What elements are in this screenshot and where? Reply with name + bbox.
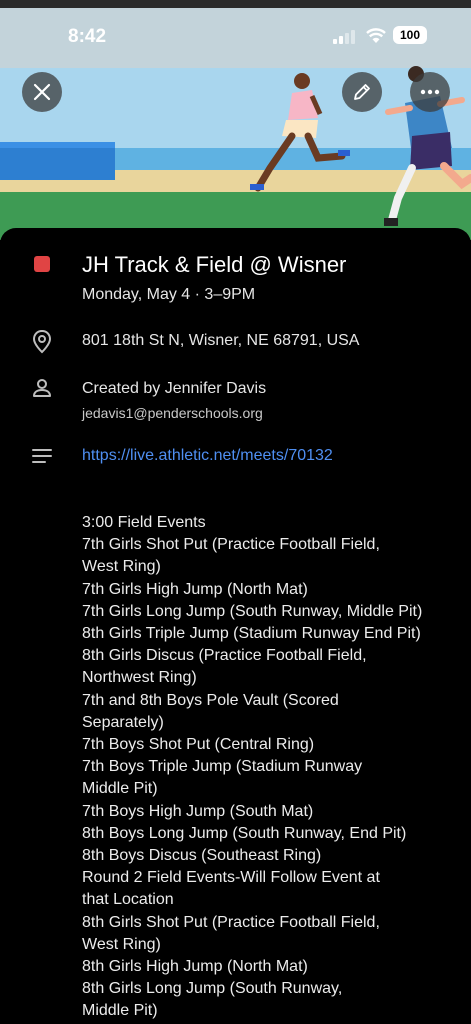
wifi-icon — [366, 28, 386, 43]
description-line: 7th and 8th Boys Pole Vault (Scored — [82, 691, 339, 709]
description-line: that Location — [82, 891, 174, 909]
calendar-color-swatch — [34, 256, 50, 272]
pencil-icon — [354, 84, 370, 100]
description-line: West Ring) — [82, 935, 161, 953]
close-icon — [33, 83, 51, 101]
event-title: JH Track & Field @ Wisner — [82, 252, 347, 277]
event-description: 3:00 Field Events 7th Girls Shot Put (Pra… — [82, 512, 454, 1023]
description-line: 8th Girls Shot Put (Practice Football Fi… — [82, 913, 380, 931]
description-line: Separately) — [82, 713, 164, 731]
person-icon — [33, 379, 51, 397]
notes-icon — [32, 449, 52, 463]
description-line: 7th Boys Triple Jump (Stadium Runway — [82, 758, 363, 776]
battery-indicator: 100 — [393, 26, 427, 44]
description-line: West Ring) — [82, 558, 161, 576]
description-line: Middle Pit) — [82, 780, 158, 798]
description-line: 8th Girls Triple Jump (Stadium Runway En… — [82, 625, 421, 643]
description-line: 7th Girls Shot Put (Practice Football Fi… — [82, 536, 380, 554]
description-line: 7th Girls Long Jump (South Runway, Middl… — [82, 602, 423, 620]
cellular-signal-icon — [333, 30, 357, 44]
location-pin-icon — [32, 329, 52, 354]
event-details-screen: 8:42 100 JH Track & Field @ Wisner Monda… — [0, 0, 471, 1024]
description-line: 7th Girls High Jump (North Mat) — [82, 580, 308, 598]
event-link[interactable]: https://live.athletic.net/meets/70132 — [82, 447, 333, 465]
event-details-sheet: JH Track & Field @ Wisner Monday, May 4 … — [0, 228, 471, 1024]
event-location[interactable]: 801 18th St N, Wisner, NE 68791, USA — [82, 332, 359, 350]
status-bar: 8:42 100 — [0, 8, 471, 62]
description-line: 7th Boys Shot Put (Central Ring) — [82, 736, 315, 754]
description-line: 8th Boys Discus (Southeast Ring) — [82, 847, 322, 865]
description-line: Middle Pit) — [82, 1002, 158, 1020]
description-line: Round 2 Field Events-Will Follow Event a… — [82, 869, 380, 887]
description-line: 8th Girls High Jump (North Mat) — [82, 958, 308, 976]
edit-button[interactable] — [342, 72, 382, 112]
clock: 8:42 — [68, 26, 107, 47]
description-line: 7th Boys High Jump (South Mat) — [82, 802, 314, 820]
event-creator: Created by Jennifer Davis — [82, 380, 267, 397]
more-options-button[interactable] — [410, 72, 450, 112]
description-line: 3:00 Field Events — [82, 514, 206, 531]
description-line: Northwest Ring) — [82, 669, 197, 687]
description-line: 8th Girls Discus (Practice Football Fiel… — [82, 647, 367, 665]
event-datetime: Monday, May 4 · 3–9PM — [82, 286, 256, 303]
top-edge — [0, 0, 471, 8]
description-line: 8th Girls Long Jump (South Runway, — [82, 980, 343, 998]
creator-email[interactable]: jedavis1@penderschools.org — [82, 405, 263, 421]
close-button[interactable] — [22, 72, 62, 112]
more-horizontal-icon — [420, 89, 440, 95]
description-line: 8th Boys Long Jump (South Runway, End Pi… — [82, 824, 407, 842]
